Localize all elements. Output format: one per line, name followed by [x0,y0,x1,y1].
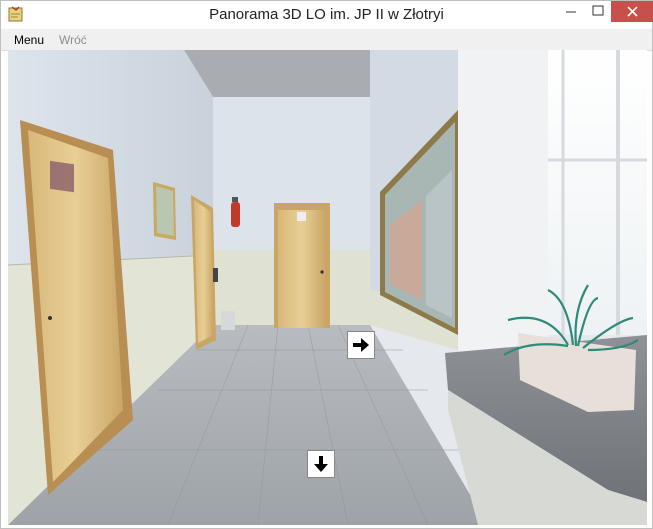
window-title: Panorama 3D LO im. JP II w Złotryi [209,6,444,23]
close-icon [627,6,638,17]
arrow-down-icon [314,456,328,472]
arrow-right-icon [353,338,369,352]
nav-arrow-down[interactable] [307,450,335,478]
maximize-button[interactable] [585,1,611,22]
minimize-icon [566,11,576,13]
maximize-icon [592,5,604,16]
menu-item-back: Wróć [59,33,87,47]
close-button[interactable] [611,1,653,22]
app-window: Panorama 3D LO im. JP II w Złotryi Menu … [0,0,653,529]
menu-item-menu[interactable]: Menu [14,33,44,47]
minimize-button[interactable] [557,1,585,22]
panorama-viewport[interactable] [8,50,647,525]
title-bar[interactable]: Panorama 3D LO im. JP II w Złotryi [1,1,653,29]
menu-bar: Menu Wróć [1,29,652,51]
nav-arrow-right[interactable] [347,331,375,359]
